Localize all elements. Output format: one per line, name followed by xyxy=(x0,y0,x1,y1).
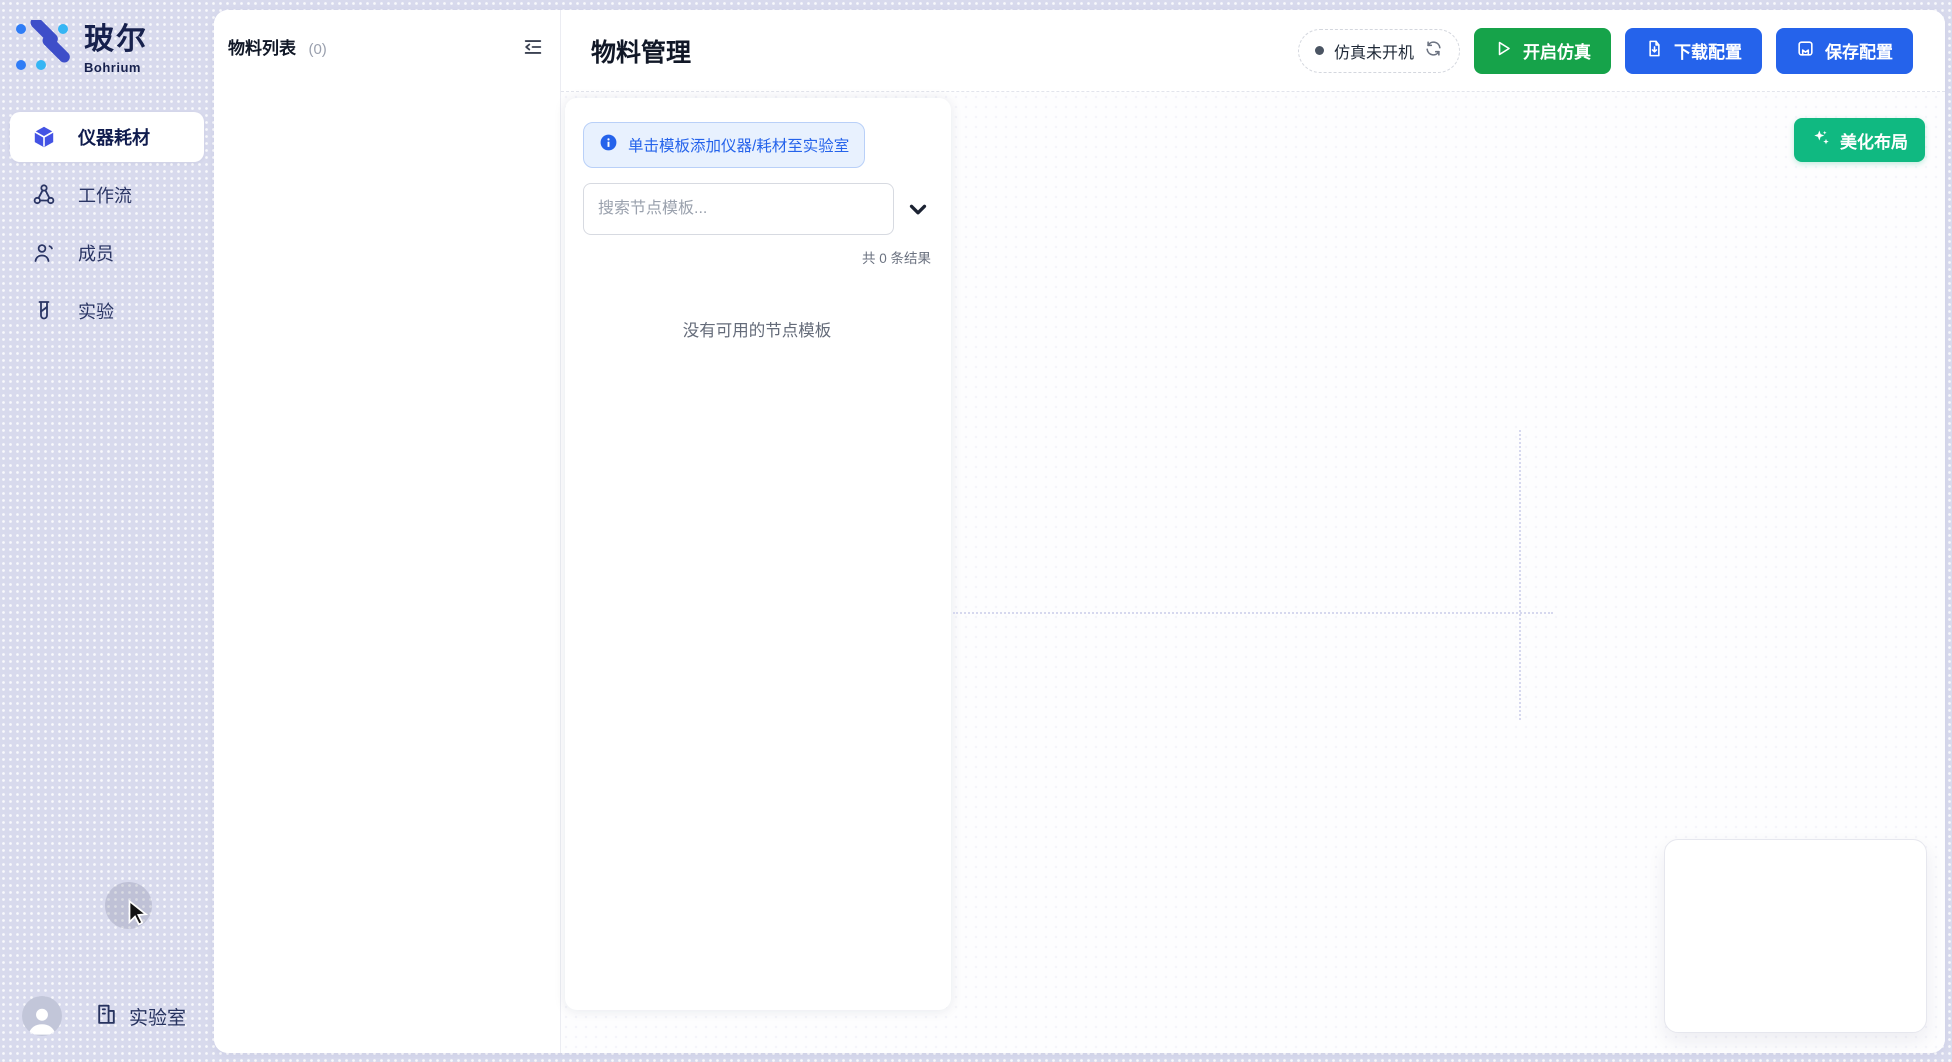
template-hint-text: 单击模板添加仪器/耗材至实验室 xyxy=(628,134,849,156)
simulation-status-pill[interactable]: 仿真未开机 xyxy=(1298,29,1460,73)
alignment-guide-vertical xyxy=(1519,430,1521,720)
save-config-button[interactable]: 保存配置 xyxy=(1776,28,1913,74)
sidebar-item-label: 仪器耗材 xyxy=(78,124,150,150)
download-config-button[interactable]: 下载配置 xyxy=(1625,28,1762,74)
chevron-down-icon[interactable] xyxy=(905,196,931,222)
template-panel: 单击模板添加仪器/耗材至实验室 共 0 条结果 没有可用的节点模板 xyxy=(565,98,951,1010)
sidebar-item-label: 工作流 xyxy=(78,182,132,208)
workflow-icon xyxy=(32,183,56,207)
sidebar-item-label: 实验 xyxy=(78,298,114,324)
alignment-guide-horizontal xyxy=(953,612,1553,614)
sparkles-icon xyxy=(1811,128,1831,153)
brand: 玻尔 Bohrium xyxy=(0,0,214,79)
bohrium-logo-icon xyxy=(14,20,70,79)
file-download-icon xyxy=(1645,39,1664,63)
material-list-panel: 物料列表 (0) xyxy=(214,10,561,1053)
page-title: 物料管理 xyxy=(591,33,691,69)
template-search-input[interactable] xyxy=(583,183,894,235)
template-hint-banner: 单击模板添加仪器/耗材至实验室 xyxy=(583,122,865,168)
status-dot-icon xyxy=(1315,46,1324,55)
mouse-cursor xyxy=(123,898,153,928)
sidebar-item-instruments[interactable]: 仪器耗材 xyxy=(10,112,204,162)
lab-entry[interactable]: 实验室 xyxy=(94,1001,186,1032)
content-shell: 物料列表 (0) 物料管理 仿真未开机 xyxy=(214,10,1945,1053)
play-icon xyxy=(1494,39,1513,63)
material-list-title: 物料列表 xyxy=(228,39,296,58)
test-tube-icon xyxy=(32,299,56,323)
user-avatar[interactable] xyxy=(22,996,62,1036)
brand-name-en: Bohrium xyxy=(84,61,148,74)
save-icon xyxy=(1796,39,1815,63)
main-header: 物料管理 仿真未开机 xyxy=(561,10,1945,92)
empty-templates-text: 没有可用的节点模板 xyxy=(583,317,931,341)
sidebar-item-label: 成员 xyxy=(78,240,114,266)
material-list-count: (0) xyxy=(308,41,326,58)
simulation-status-label: 仿真未开机 xyxy=(1334,39,1414,63)
refresh-icon[interactable] xyxy=(1424,39,1443,63)
brand-name-zh: 玻尔 xyxy=(84,25,148,55)
minimap-panel[interactable] xyxy=(1664,839,1927,1033)
members-icon xyxy=(32,241,56,265)
collapse-panel-icon[interactable] xyxy=(522,36,544,58)
sidebar-item-workflow[interactable]: 工作流 xyxy=(10,170,204,220)
sidebar-item-members[interactable]: 成员 xyxy=(10,228,204,278)
building-icon xyxy=(94,1001,119,1032)
sidebar-item-experiments[interactable]: 实验 xyxy=(10,286,204,336)
layout-canvas[interactable]: 单击模板添加仪器/耗材至实验室 共 0 条结果 没有可用的节点模板 xyxy=(561,92,1945,1053)
main-area: 物料管理 仿真未开机 xyxy=(561,10,1945,1053)
info-icon xyxy=(599,133,618,157)
result-count: 共 0 条结果 xyxy=(583,247,931,267)
cube-icon xyxy=(32,125,56,149)
beautify-layout-button[interactable]: 美化布局 xyxy=(1794,118,1925,162)
start-simulation-button[interactable]: 开启仿真 xyxy=(1474,28,1611,74)
lab-entry-label: 实验室 xyxy=(129,1003,186,1030)
sidebar-nav: 仪器耗材 工作流 成员 xyxy=(0,112,214,336)
